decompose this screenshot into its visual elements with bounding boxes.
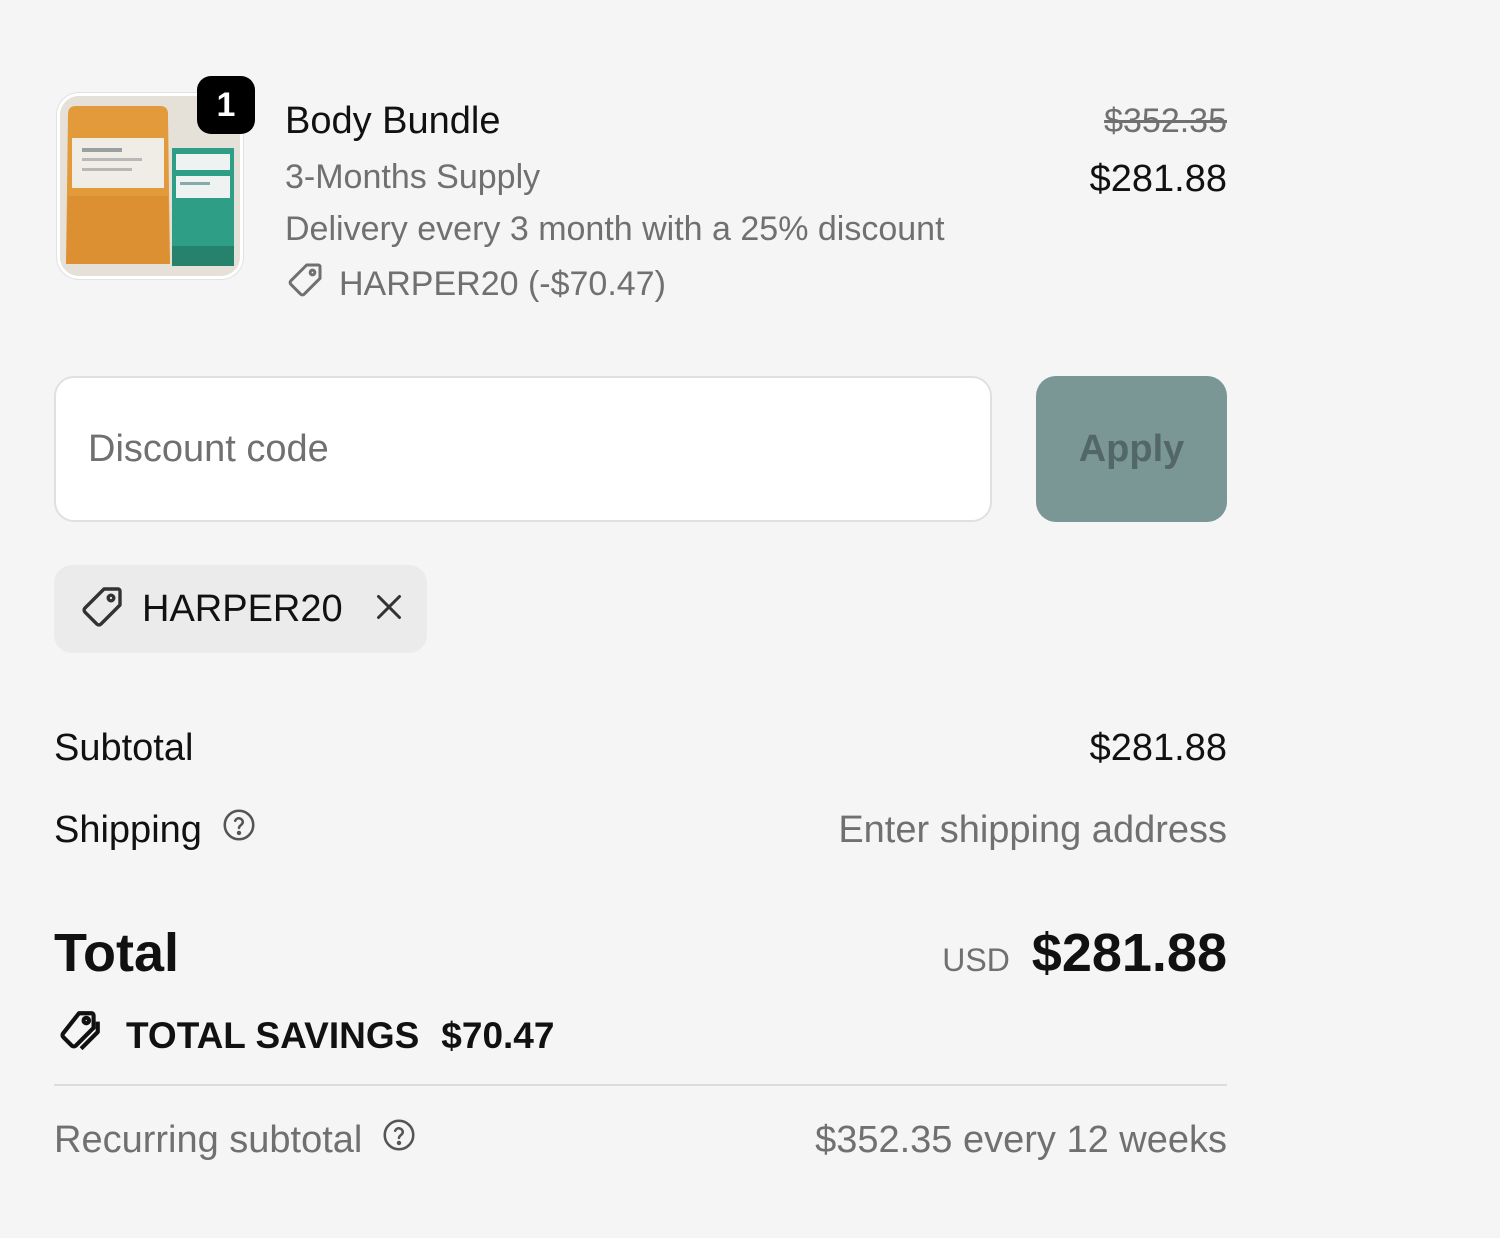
line-discount-text: HARPER20 (-$70.47) bbox=[339, 265, 666, 303]
product-title: Body Bundle bbox=[285, 100, 501, 142]
product-variant: 3-Months Supply bbox=[285, 158, 541, 196]
applied-discount-chip: HARPER20 bbox=[54, 565, 427, 653]
tags-icon bbox=[54, 1007, 104, 1066]
discounted-price: $281.88 bbox=[1089, 158, 1227, 200]
savings-amount: $70.47 bbox=[441, 1015, 555, 1056]
savings-label: TOTAL SAVINGS bbox=[126, 1015, 420, 1056]
order-summary: 1 Body Bundle 3-Months Supply Delivery e… bbox=[54, 0, 1227, 1238]
subtotal-value: $281.88 bbox=[1089, 726, 1227, 769]
divider bbox=[54, 1084, 1227, 1086]
discount-code-input[interactable] bbox=[54, 376, 992, 522]
original-price: $352.35 bbox=[1104, 102, 1227, 140]
quantity-badge: 1 bbox=[197, 76, 255, 134]
apply-button[interactable]: Apply bbox=[1036, 376, 1227, 522]
recurring-label-group: Recurring subtotal bbox=[54, 1116, 418, 1164]
tag-icon bbox=[285, 260, 325, 309]
subtotal-row: Subtotal $281.88 bbox=[54, 722, 1227, 774]
shipping-value: Enter shipping address bbox=[838, 808, 1227, 851]
close-icon[interactable] bbox=[371, 589, 407, 630]
line-discount: HARPER20 (-$70.47) bbox=[285, 260, 666, 309]
total-savings: TOTAL SAVINGS $70.47 bbox=[54, 1008, 554, 1064]
recurring-label: Recurring subtotal bbox=[54, 1118, 363, 1161]
recurring-value: $352.35 every 12 weeks bbox=[815, 1118, 1227, 1161]
total-label: Total bbox=[54, 923, 179, 983]
total-row: Total USD $281.88 bbox=[54, 918, 1227, 988]
subtotal-label: Subtotal bbox=[54, 726, 194, 769]
tag-icon bbox=[78, 583, 126, 636]
recurring-subtotal-row: Recurring subtotal $352.35 every 12 week… bbox=[54, 1114, 1227, 1166]
total-amount: $281.88 bbox=[1031, 923, 1227, 983]
shipping-label-group: Shipping bbox=[54, 806, 258, 854]
line-item: 1 Body Bundle 3-Months Supply Delivery e… bbox=[54, 76, 1227, 310]
shipping-row: Shipping Enter shipping address bbox=[54, 804, 1227, 856]
help-icon[interactable] bbox=[380, 1116, 418, 1164]
shipping-label: Shipping bbox=[54, 808, 202, 851]
help-icon[interactable] bbox=[220, 806, 258, 854]
total-value-group: USD $281.88 bbox=[942, 922, 1227, 984]
currency-code: USD bbox=[942, 942, 1010, 978]
applied-code-label: HARPER20 bbox=[142, 587, 343, 630]
subscription-plan: Delivery every 3 month with a 25% discou… bbox=[285, 210, 945, 248]
